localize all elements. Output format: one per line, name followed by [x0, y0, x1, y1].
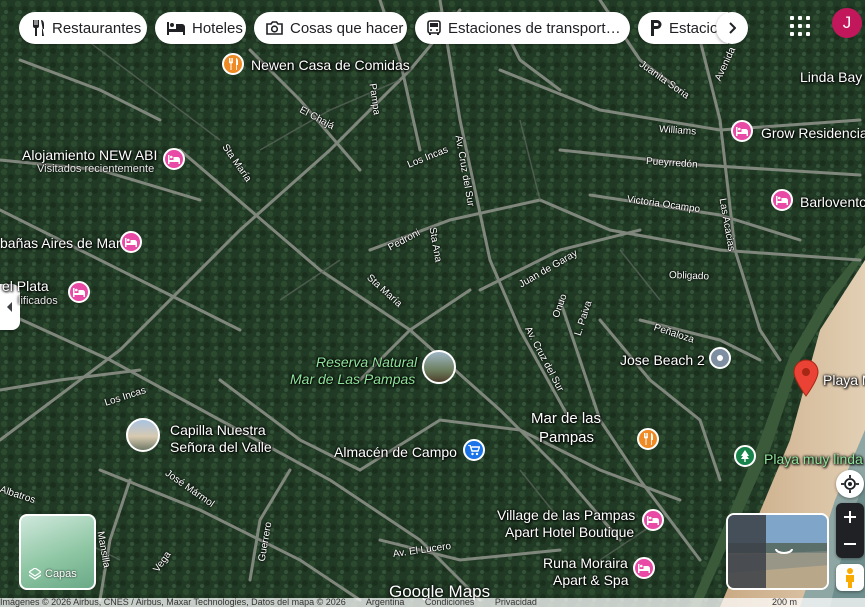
capilla-photo-pin[interactable]	[126, 418, 160, 452]
restaurant-pin-icon[interactable]	[637, 428, 659, 450]
place-grow[interactable]: Grow Residencia	[761, 125, 865, 141]
avatar[interactable]: J	[832, 8, 862, 38]
reserva-photo-pin[interactable]	[422, 350, 456, 384]
place-village-line1[interactable]: Village de las Pampas	[497, 507, 635, 523]
bus-icon	[427, 20, 441, 35]
chip-cosas-que-hacer[interactable]: Cosas que hacer	[254, 12, 407, 44]
place-runa-line2[interactable]: Apart & Spa	[553, 572, 629, 588]
footer-bar: Imágenes © 2026 Airbus, CNES / Airbus, M…	[0, 598, 865, 607]
zoom-in-icon[interactable]	[843, 510, 857, 524]
restaurant-pin-icon[interactable]	[222, 53, 244, 75]
crosshair-icon	[841, 475, 859, 493]
layers-icon	[29, 568, 41, 580]
chip-label: Estacio	[669, 19, 719, 37]
chip-hoteles[interactable]: Hoteles	[155, 12, 246, 44]
place-linda-bay[interactable]: Linda Bay	[800, 69, 862, 85]
place-newen[interactable]: Newen Casa de Comidas	[251, 57, 410, 73]
scale-label[interactable]: 200 m	[772, 598, 797, 607]
fork-knife-icon	[33, 20, 44, 36]
country-link[interactable]: Argentina	[366, 598, 405, 607]
layers-button[interactable]: Capas	[19, 514, 96, 590]
beach-pin-icon[interactable]	[734, 445, 756, 467]
attribution-text: Imágenes © 2026 Airbus, CNES / Airbus, M…	[0, 598, 346, 607]
place-barlovento[interactable]: Barlovento	[800, 194, 865, 210]
place-reserva-line1[interactable]: Reserva Natural	[316, 354, 417, 370]
place-pin-icon[interactable]	[709, 347, 731, 369]
place-plata-sub: lificados	[18, 295, 58, 307]
zoom-controls	[836, 503, 864, 558]
layers-label-group: Capas	[29, 568, 77, 580]
place-village-line2[interactable]: Apart Hotel Boutique	[505, 524, 634, 540]
layers-label: Capas	[45, 568, 77, 580]
chip-label: Hoteles	[192, 19, 243, 37]
chip-restaurantes[interactable]: Restaurantes	[19, 12, 147, 44]
shopping-cart-pin-icon[interactable]	[463, 439, 485, 461]
hotel-pin-icon[interactable]	[731, 120, 753, 142]
place-alojamiento-sub: Visitados recientemente	[37, 163, 155, 175]
hotel-pin-icon[interactable]	[771, 189, 793, 211]
chip-estaciones-transporte[interactable]: Estaciones de transport…	[415, 12, 630, 44]
place-jose-beach[interactable]: Jose Beach 2	[620, 352, 705, 368]
zoom-out-icon[interactable]	[843, 537, 857, 551]
chips-next-button[interactable]	[716, 12, 748, 44]
my-location-button[interactable]	[836, 470, 864, 498]
chip-label: Cosas que hacer	[290, 19, 404, 37]
place-capilla-line1[interactable]: Capilla Nuestra	[170, 422, 266, 438]
chip-estacionamiento[interactable]: Estacio	[638, 12, 728, 44]
parking-icon	[651, 20, 662, 36]
street-label: Obligado	[668, 270, 710, 283]
place-mar-line2[interactable]: Pampas	[539, 430, 594, 446]
chevron-left-icon	[7, 302, 12, 312]
place-playa-muy-linda[interactable]: Playa muy linda	[764, 451, 863, 467]
place-banas[interactable]: bañas Aires de Mar	[0, 235, 121, 251]
bed-icon	[167, 21, 185, 35]
place-playa[interactable]: Playa M	[823, 372, 865, 388]
place-plata[interactable]: el Plata	[2, 278, 49, 294]
street-view-preview[interactable]	[726, 513, 829, 590]
pegman-button[interactable]	[836, 564, 864, 591]
terms-link[interactable]: Condiciones	[425, 598, 475, 607]
place-runa-line1[interactable]: Runa Moraira	[543, 555, 628, 571]
hotel-pin-icon[interactable]	[68, 281, 90, 303]
hotel-pin-icon[interactable]	[163, 148, 185, 170]
chip-label: Restaurantes	[52, 19, 142, 37]
place-capilla-line2[interactable]: Señora del Valle	[170, 439, 272, 455]
hotel-pin-icon[interactable]	[120, 231, 142, 253]
pegman-icon	[846, 567, 854, 588]
camera-icon	[266, 21, 283, 35]
place-alojamiento[interactable]: Alojamiento NEW ABI	[22, 147, 157, 163]
hotel-pin-icon[interactable]	[642, 509, 664, 531]
privacy-link[interactable]: Privacidad	[495, 598, 537, 607]
place-mar-line1[interactable]: Mar de las	[531, 411, 601, 427]
chevron-right-icon	[729, 22, 736, 34]
hotel-pin-icon[interactable]	[633, 557, 655, 579]
place-almacen[interactable]: Almacén de Campo	[334, 444, 457, 460]
apps-grid-icon[interactable]	[788, 14, 812, 38]
chip-label: Estaciones de transport…	[448, 19, 621, 37]
place-reserva-line2[interactable]: Mar de Las Pampas	[290, 371, 415, 387]
